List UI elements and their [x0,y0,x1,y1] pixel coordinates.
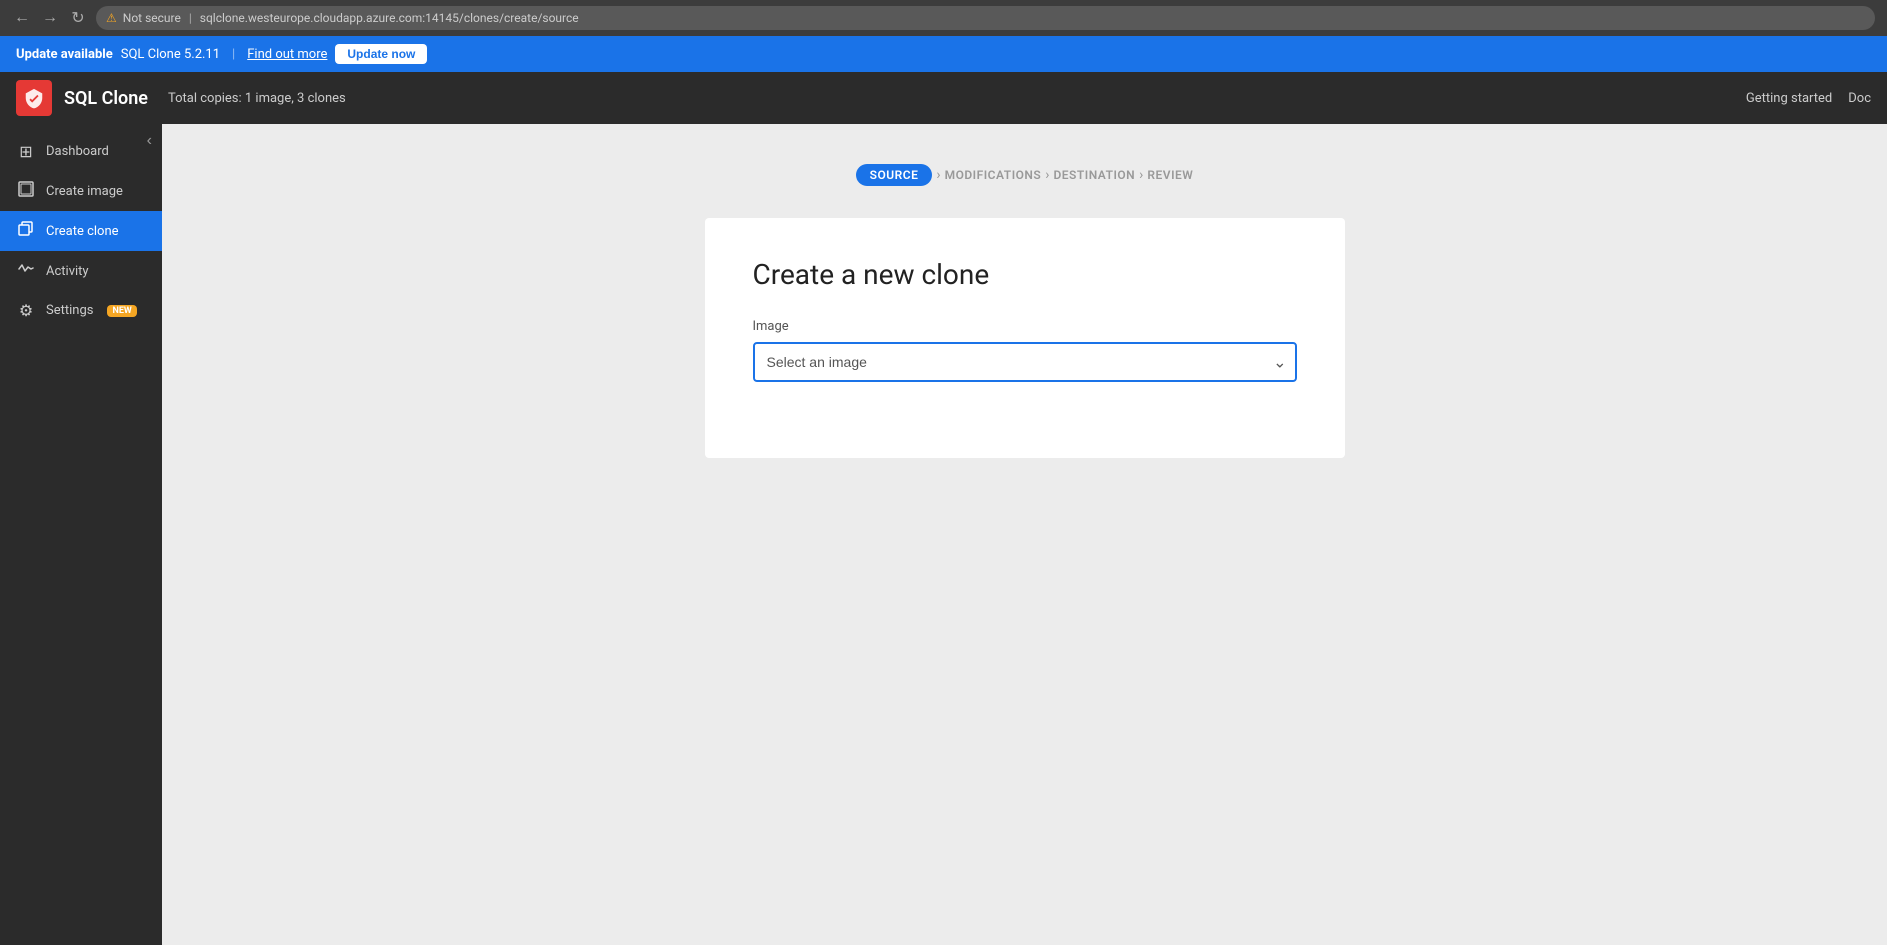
header-links: Getting started Doc [1746,91,1871,106]
wizard-step-destination-label: DESTINATION [1053,168,1135,182]
app-name: SQL Clone [64,88,148,109]
browser-chrome: ← → ↻ ⚠ Not secure | sqlclone.westeurope… [0,0,1887,36]
activity-icon [16,261,36,281]
wizard-chevron-3: › [1139,167,1143,183]
sidebar-item-create-image[interactable]: Create image [0,171,162,211]
sidebar-item-settings[interactable]: ⚙ Settings NEW [0,291,162,330]
app-header: SQL Clone Total copies: 1 image, 3 clone… [0,72,1887,124]
security-label: Not secure [123,11,181,25]
sidebar-item-activity[interactable]: Activity [0,251,162,291]
back-button[interactable]: ← [12,8,32,28]
sidebar-item-settings-label: Settings [46,303,93,318]
find-out-more-link[interactable]: Find out more [247,47,327,62]
settings-icon: ⚙ [16,301,36,320]
sidebar-item-dashboard-label: Dashboard [46,144,109,159]
wizard-step-review[interactable]: REVIEW [1147,168,1193,182]
wizard-chevron-2: › [1045,167,1049,183]
settings-new-badge: NEW [107,305,136,317]
wizard-steps: SOURCE › MODIFICATIONS › DESTINATION › R… [856,164,1194,186]
app-subtitle: Total copies: 1 image, 3 clones [168,91,346,106]
wizard-chevron-1: › [936,167,940,183]
sidebar-item-create-image-label: Create image [46,184,123,199]
create-clone-icon [16,221,36,241]
dashboard-icon: ⊞ [16,142,36,161]
security-icon: ⚠ [106,11,117,25]
sidebar-item-dashboard[interactable]: ⊞ Dashboard [0,132,162,171]
url-text: sqlclone.westeurope.cloudapp.azure.com:1… [200,11,579,25]
create-image-icon [16,181,36,201]
sidebar: ‹ ⊞ Dashboard Create image Create clone [0,124,162,945]
content-area: SOURCE › MODIFICATIONS › DESTINATION › R… [162,124,1887,945]
wizard-step-source-label: SOURCE [856,164,933,186]
reload-button[interactable]: ↻ [68,8,88,28]
url-bar[interactable]: ⚠ Not secure | sqlclone.westeurope.cloud… [96,6,1875,30]
separator: | [232,47,235,62]
update-available-label: Update available [16,47,113,62]
wizard-step-review-label: REVIEW [1147,168,1193,182]
sidebar-item-activity-label: Activity [46,264,89,279]
update-version-label: SQL Clone 5.2.11 [121,47,220,62]
image-label: Image [753,319,1297,334]
wizard-step-modifications-label: MODIFICATIONS [945,168,1042,182]
update-banner: Update available SQL Clone 5.2.11 | Find… [0,36,1887,72]
docs-link[interactable]: Doc [1848,91,1871,106]
page-title: Create a new clone [753,258,1297,291]
wizard-step-modifications[interactable]: MODIFICATIONS [945,168,1042,182]
create-clone-card: Create a new clone Image Select an image… [705,218,1345,458]
image-select[interactable]: Select an image [753,342,1297,382]
wizard-step-destination[interactable]: DESTINATION [1053,168,1135,182]
update-now-button[interactable]: Update now [335,44,427,64]
main-layout: ‹ ⊞ Dashboard Create image Create clone [0,124,1887,945]
forward-button[interactable]: → [40,8,60,28]
app-logo [16,80,52,116]
sidebar-item-create-clone-label: Create clone [46,224,119,239]
getting-started-link[interactable]: Getting started [1746,91,1832,106]
sidebar-item-create-clone[interactable]: Create clone [0,211,162,251]
image-select-wrapper: Select an image ⌄ [753,342,1297,382]
wizard-step-source[interactable]: SOURCE [856,164,933,186]
